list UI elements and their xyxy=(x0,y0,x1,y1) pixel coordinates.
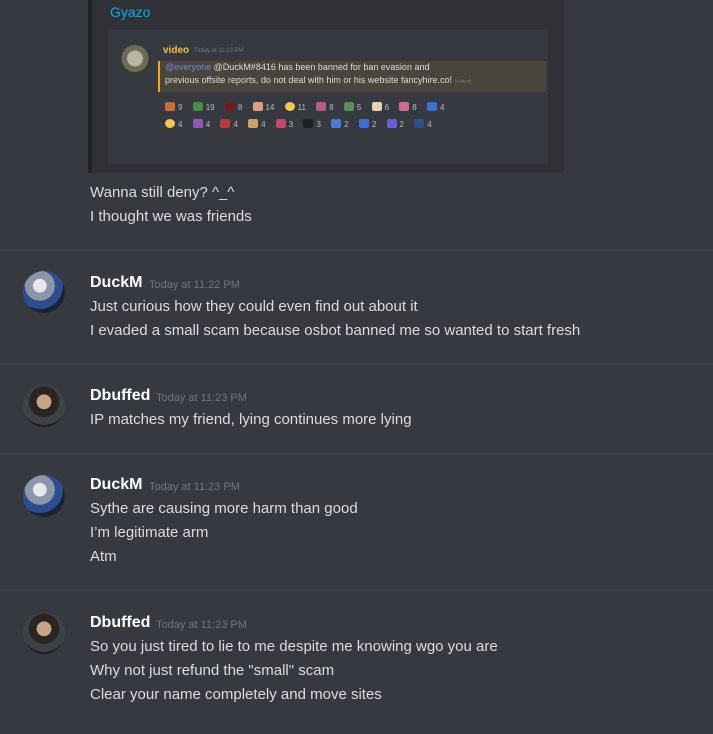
message-divider xyxy=(0,453,713,454)
message-content: Sythe are causing more harm than good I’… xyxy=(90,497,358,569)
timestamp: Today at 11:23 PM xyxy=(156,392,247,404)
author-name[interactable]: Dbuffed xyxy=(90,614,150,632)
emoji-icon xyxy=(371,102,382,111)
reaction: 3 xyxy=(301,116,322,133)
reaction: 11 xyxy=(283,99,308,116)
emoji-icon xyxy=(192,119,203,128)
emoji-icon xyxy=(316,102,327,111)
emoji-icon xyxy=(220,119,231,128)
message-line: I evaded a small scam because osbot bann… xyxy=(90,322,581,339)
message-line: So you just tired to lie to me despite m… xyxy=(90,638,498,655)
reaction: 8 xyxy=(397,99,418,116)
preview-reactions: 9 19 8 14 11 8 5 6 8 4 4 4 4 4 3 3 2 2 2 xyxy=(163,99,543,133)
gyazo-embed: Gyazo video Today at 11:13 PM @everyone … xyxy=(88,0,564,173)
message-content: Just curious how they could even find ou… xyxy=(90,295,580,343)
avatar[interactable] xyxy=(23,612,65,654)
emoji-icon xyxy=(331,119,342,128)
embed-provider-link[interactable]: Gyazo xyxy=(110,4,150,20)
timestamp: Today at 11:23 PM xyxy=(156,619,247,631)
author-name[interactable]: DuckM xyxy=(90,476,142,494)
emoji-icon xyxy=(252,102,263,111)
reaction: 4 xyxy=(246,116,267,133)
preview-message: @everyone @DuckM#8416 has been banned fo… xyxy=(158,61,546,92)
avatar[interactable] xyxy=(23,271,65,313)
preview-text-line1: @DuckM#8416 has been banned for ban evas… xyxy=(211,62,430,72)
message-divider xyxy=(0,250,713,251)
message-line: Wanna still deny? ^_^ xyxy=(90,184,235,201)
embed-image-preview[interactable]: video Today at 11:13 PM @everyone @DuckM… xyxy=(108,30,548,164)
emoji-icon xyxy=(165,102,175,111)
message-line: Why not just refund the "small" scam xyxy=(90,662,335,679)
message-content: So you just tired to lie to me despite m… xyxy=(90,635,498,707)
preview-text-line2: previous offsite reports, do not deal wi… xyxy=(165,75,452,85)
emoji-icon xyxy=(284,102,295,111)
continued-message: Wanna still deny? ^_^ I thought we was f… xyxy=(90,181,252,229)
message-line: IP matches my friend, lying continues mo… xyxy=(90,411,412,428)
reaction: 9 xyxy=(163,99,184,116)
avatar[interactable] xyxy=(23,385,65,427)
author-name[interactable]: DuckM xyxy=(90,274,142,292)
message-line: Atm xyxy=(90,548,117,565)
message-line: Just curious how they could even find ou… xyxy=(90,298,418,315)
reaction: 2 xyxy=(385,116,406,133)
timestamp: Today at 11:23 PM xyxy=(149,481,240,493)
message-line: Clear your name completely and move site… xyxy=(90,686,382,703)
reaction: 3 xyxy=(274,116,295,133)
reaction-row-1: 9 19 8 14 11 8 5 6 8 4 xyxy=(163,99,543,116)
emoji-icon xyxy=(358,119,369,128)
emoji-icon xyxy=(414,119,425,128)
reaction: 4 xyxy=(191,116,212,133)
emoji-icon xyxy=(399,102,410,111)
reaction: 2 xyxy=(357,116,378,133)
reaction: 4 xyxy=(412,116,433,133)
emoji-icon xyxy=(386,119,397,128)
reaction: 2 xyxy=(329,116,350,133)
preview-author: video xyxy=(163,45,190,56)
message-line: Sythe are causing more harm than good xyxy=(90,500,358,517)
emoji-icon xyxy=(275,119,286,128)
message-divider xyxy=(0,363,713,364)
emoji-icon xyxy=(224,102,235,111)
preview-edited: (edited) xyxy=(454,79,472,85)
reaction: 6 xyxy=(370,99,391,116)
preview-timestamp: Today at 11:13 PM xyxy=(194,48,244,54)
avatar[interactable] xyxy=(23,475,65,517)
emoji-icon xyxy=(248,119,259,128)
message-content: IP matches my friend, lying continues mo… xyxy=(90,408,412,432)
reaction: 14 xyxy=(251,99,277,116)
timestamp: Today at 11:22 PM xyxy=(149,279,240,291)
emoji-icon xyxy=(303,119,314,128)
emoji-icon xyxy=(426,102,437,111)
reaction: 8 xyxy=(314,99,335,116)
message-divider xyxy=(0,590,713,591)
message-line: I’m legitimate arm xyxy=(90,524,209,541)
reaction: 4 xyxy=(425,99,446,116)
emoji-icon xyxy=(343,102,354,111)
reaction: 4 xyxy=(163,116,184,133)
reaction-row-2: 4 4 4 4 3 3 2 2 2 4 xyxy=(163,116,543,133)
message-line: I thought we was friends xyxy=(90,208,252,225)
reaction: 4 xyxy=(218,116,239,133)
preview-mention: @everyone xyxy=(165,62,212,72)
author-name[interactable]: Dbuffed xyxy=(90,387,150,405)
reaction: 8 xyxy=(223,99,244,116)
reaction: 5 xyxy=(342,99,363,116)
reaction: 19 xyxy=(191,99,217,116)
emoji-icon xyxy=(165,119,175,128)
preview-avatar xyxy=(120,45,150,75)
emoji-icon xyxy=(192,102,203,111)
